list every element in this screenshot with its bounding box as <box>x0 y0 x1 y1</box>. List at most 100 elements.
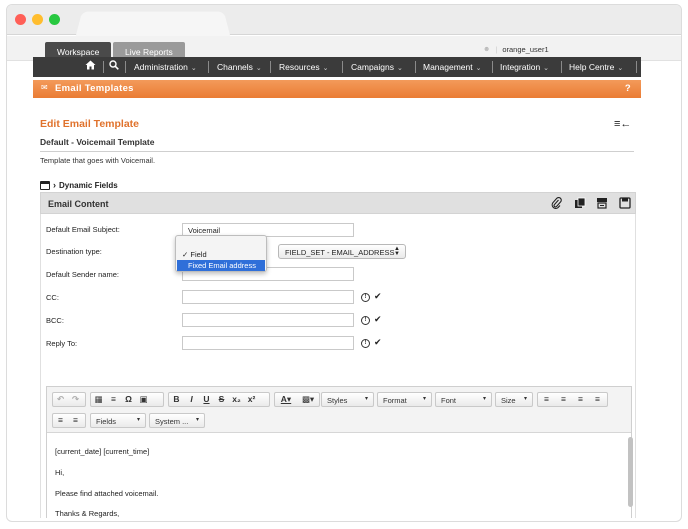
cc-input[interactable] <box>182 290 354 304</box>
nav-resources[interactable]: Resources ⌄ <box>279 57 329 77</box>
font-dropdown[interactable]: Font ▾ <box>435 392 492 407</box>
menu-back-icon[interactable]: ≡← <box>614 118 631 130</box>
nav-channels[interactable]: Channels ⌄ <box>217 57 262 77</box>
main-nav: Administration ⌄ Channels ⌄ Resources ⌄ Cam… <box>33 57 641 77</box>
chevron-down-icon: ▾ <box>195 417 199 423</box>
nav-help-centre[interactable]: Help Centre ⌄ <box>569 57 623 77</box>
nav-separator <box>208 61 209 73</box>
attach-icon[interactable] <box>549 197 563 211</box>
template-icon[interactable] <box>595 197 609 211</box>
bullet-list-icon[interactable]: ≡ <box>68 414 83 427</box>
align-justify-icon[interactable]: ≡ <box>589 393 606 406</box>
content-line: [current_date] [current_time] <box>55 447 150 456</box>
option-fixed-email[interactable]: Fixed Email address <box>177 260 265 271</box>
selected-check-icon: ✓ <box>182 250 189 259</box>
bg-color-icon[interactable]: ▩▾ <box>297 393 319 406</box>
info-icon[interactable]: ! <box>361 316 370 325</box>
nav-integration[interactable]: Integration ⌄ <box>500 57 549 77</box>
editor-content[interactable]: [current_date] [current_time] Hi, Please… <box>47 434 631 518</box>
bcc-label: BCC: <box>46 316 64 325</box>
undo-icon[interactable]: ↶ <box>53 393 68 406</box>
history-group: ↶ ↷ <box>52 392 86 407</box>
chevron-down-icon: ▾ <box>422 396 426 402</box>
help-button[interactable]: ? <box>625 83 631 94</box>
check-icon: ✔ <box>374 337 382 347</box>
format-dropdown[interactable]: Format ▾ <box>377 392 432 407</box>
strikethrough-icon[interactable]: S <box>214 393 229 406</box>
cc-label: CC: <box>46 293 59 302</box>
dynamic-fields-label: Dynamic Fields <box>59 180 118 190</box>
check-icon: ✔ <box>374 314 382 324</box>
minimize-window-button[interactable] <box>32 14 43 25</box>
rich-text-editor: ↶ ↷ ▦ ≡ Ω ▣ B I U S x₂ x² A▾ ▩▾ Styles ▾ … <box>46 386 632 518</box>
destination-type-label: Destination type: <box>46 247 102 256</box>
module-bar: ✉ Email Templates ? <box>33 80 641 98</box>
special-char-icon[interactable]: Ω <box>121 393 136 406</box>
scrollbar-thumb[interactable] <box>628 437 633 507</box>
page-title: Edit Email Template <box>40 118 139 130</box>
content-line: Please find attached voicemail. <box>55 489 159 498</box>
superscript-icon[interactable]: x² <box>244 393 259 406</box>
nav-separator <box>561 61 562 73</box>
info-icon[interactable]: ! <box>361 339 370 348</box>
align-left-icon[interactable]: ≡ <box>538 393 555 406</box>
divider <box>40 151 634 152</box>
nav-management-label: Management <box>423 62 473 72</box>
destination-type-dropdown[interactable]: ✓ Field Fixed Email address <box>175 235 267 272</box>
styles-dropdown-label: Styles <box>327 396 348 405</box>
user-name: orange_user1 <box>502 45 549 54</box>
font-dropdown-label: Font <box>441 396 457 405</box>
text-color-icon[interactable]: A▾ <box>275 393 297 406</box>
chevron-right-icon: › <box>53 180 56 190</box>
section-title: Email Content <box>48 199 109 209</box>
chevron-down-icon: ⌄ <box>190 65 197 72</box>
italic-icon[interactable]: I <box>184 393 199 406</box>
chevron-down-icon: ⌄ <box>255 65 262 72</box>
text-style-group: B I U S x₂ x² <box>168 392 270 407</box>
chevron-down-icon: ▾ <box>364 396 368 402</box>
align-right-icon[interactable]: ≡ <box>572 393 589 406</box>
home-icon[interactable] <box>85 57 96 77</box>
underline-icon[interactable]: U <box>199 393 214 406</box>
chevron-down-icon: ⌄ <box>397 65 403 72</box>
redo-icon[interactable]: ↷ <box>68 393 83 406</box>
table-icon[interactable]: ▦ <box>91 393 106 406</box>
styles-dropdown[interactable]: Styles ▾ <box>321 392 374 407</box>
reply-to-input[interactable] <box>182 336 354 350</box>
subscript-icon[interactable]: x₂ <box>229 393 244 406</box>
image-icon[interactable]: ▣ <box>136 393 151 406</box>
system-dropdown[interactable]: System ... ▾ <box>149 413 205 428</box>
size-dropdown[interactable]: Size ▾ <box>495 392 533 407</box>
window-controls <box>15 14 60 25</box>
nav-management[interactable]: Management ⌄ <box>423 57 482 77</box>
nav-campaigns-label: Campaigns <box>351 62 394 72</box>
nav-campaigns[interactable]: Campaigns ⌄ <box>351 57 403 77</box>
dynamic-fields-toggle[interactable]: › Dynamic Fields <box>40 180 118 190</box>
editor-scrollbar[interactable] <box>628 437 636 518</box>
browser-tab[interactable] <box>75 11 231 37</box>
template-description: Template that goes with Voicemail. <box>40 156 156 165</box>
nav-administration[interactable]: Administration ⌄ <box>134 57 197 77</box>
horizontal-rule-icon[interactable]: ≡ <box>106 393 121 406</box>
fields-dropdown[interactable]: Fields ▾ <box>90 413 146 428</box>
content-line: Hi, <box>55 468 65 477</box>
close-window-button[interactable] <box>15 14 26 25</box>
copy-icon[interactable] <box>573 197 587 211</box>
option-field[interactable]: ✓ Field <box>177 249 265 260</box>
save-icon[interactable] <box>618 197 632 211</box>
bcc-input[interactable] <box>182 313 354 327</box>
bold-icon[interactable]: B <box>169 393 184 406</box>
info-icon[interactable]: ! <box>361 293 370 302</box>
editor-toolbar: ↶ ↷ ▦ ≡ Ω ▣ B I U S x₂ x² A▾ ▩▾ Styles ▾ … <box>47 387 631 433</box>
reply-to-label: Reply To: <box>46 339 78 348</box>
chevron-down-icon: ▾ <box>482 396 486 402</box>
envelope-icon: ✉ <box>41 83 49 92</box>
user-menu[interactable]: ☻ | orange_user1 <box>483 45 549 54</box>
maximize-window-button[interactable] <box>49 14 60 25</box>
align-center-icon[interactable]: ≡ <box>555 393 572 406</box>
search-icon[interactable] <box>109 57 119 77</box>
numbered-list-icon[interactable]: ≡ <box>53 414 68 427</box>
chevron-down-icon: ▾ <box>136 417 140 423</box>
destination-field-select[interactable]: FIELD_SET - EMAIL_ADDRESS ▲ ▼ <box>278 244 406 259</box>
option-fixed-email-label: Fixed Email address <box>188 261 256 270</box>
